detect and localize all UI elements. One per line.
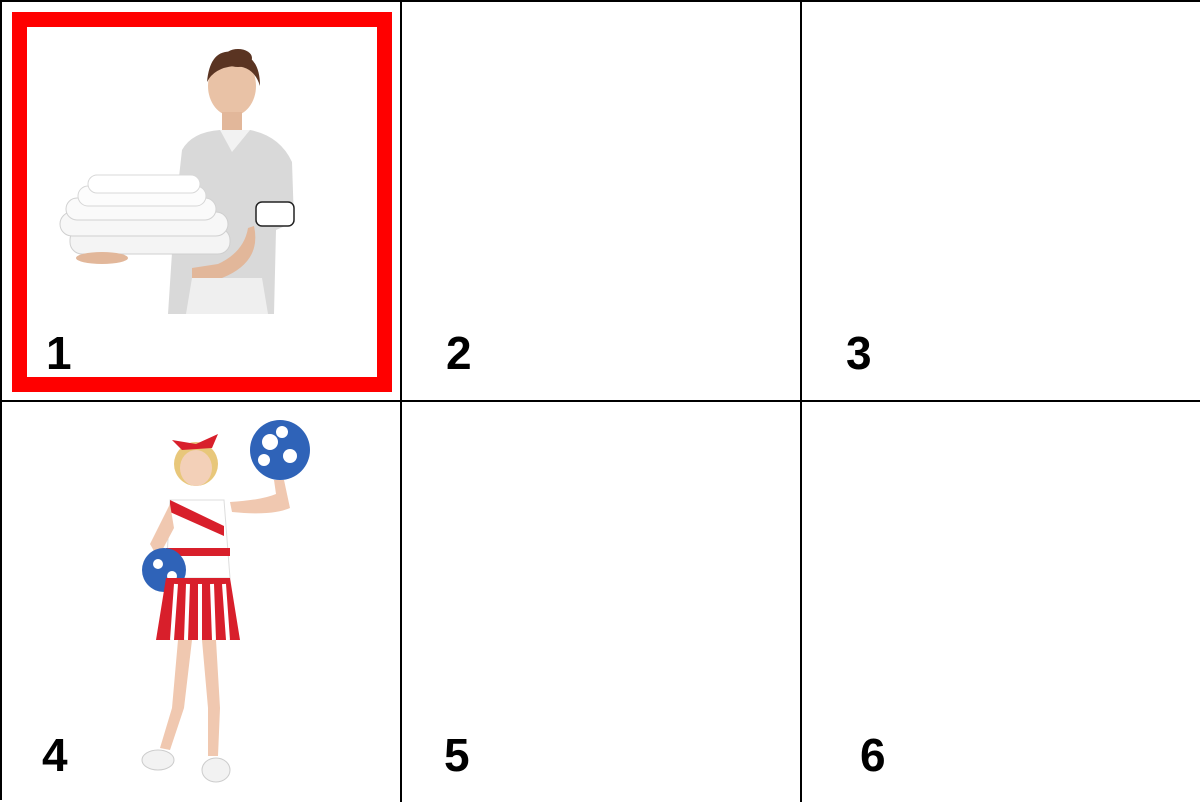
grid-cell-5[interactable]: 5: [402, 402, 802, 802]
cell-number-label: 2: [446, 327, 472, 379]
image-selection-grid: 1 2 3 4 5 6: [0, 0, 1200, 802]
cell-number-label: 3: [846, 327, 872, 379]
housekeeper-image: [59, 49, 295, 314]
grid-cell-6[interactable]: 6: [802, 402, 1200, 802]
cell-number-label: 1: [46, 327, 72, 379]
grid-cell-2[interactable]: 2: [402, 2, 802, 402]
grid-cell-4[interactable]: 4: [2, 402, 402, 802]
grid-cell-1[interactable]: 1: [2, 2, 402, 402]
cell-number-label: 4: [42, 729, 68, 781]
grid-cell-3[interactable]: 3: [802, 2, 1200, 402]
cheerleader-image: [141, 420, 310, 783]
cell-number-label: 5: [444, 729, 470, 781]
cell-number-label: 6: [860, 729, 886, 781]
